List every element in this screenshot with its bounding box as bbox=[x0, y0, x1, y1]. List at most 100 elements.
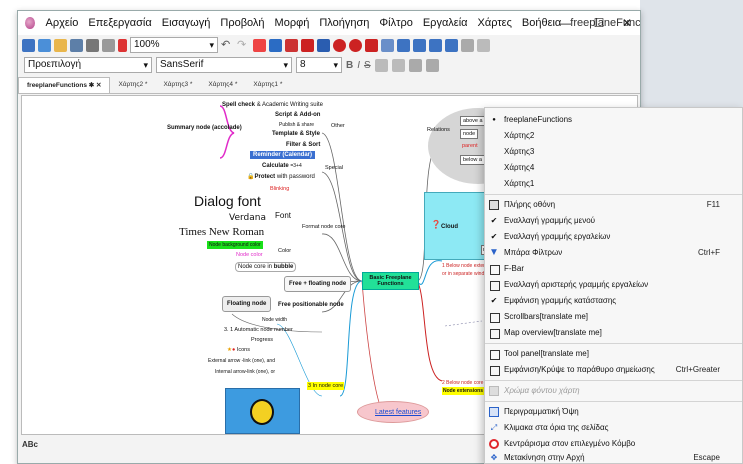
node-times[interactable]: Times New Roman bbox=[179, 226, 264, 239]
node-dialog-font[interactable]: Dialog font bbox=[194, 193, 261, 209]
node-publish[interactable]: Publish & share bbox=[279, 121, 314, 129]
node-width[interactable]: Node width bbox=[262, 316, 287, 324]
menu-map-2[interactable]: Χάρτης2 bbox=[485, 128, 742, 144]
remove-node-icon[interactable] bbox=[349, 38, 362, 52]
node-special[interactable]: Special bbox=[325, 164, 343, 172]
find-icon[interactable] bbox=[381, 38, 394, 52]
latest-features-node[interactable]: Latest features bbox=[357, 401, 429, 423]
menu-left-toolbar[interactable]: Εναλλαγή αριστερής γραμμής εργαλείων bbox=[485, 277, 742, 293]
node-script[interactable]: Script & Add-on bbox=[275, 111, 320, 119]
italic-button[interactable]: I bbox=[357, 60, 360, 71]
menu-toggle-toolbar[interactable]: ✔ Εναλλαγή γραμμής εργαλείων bbox=[485, 229, 742, 245]
node-spell[interactable]: Spell check & Academic Writing suite bbox=[222, 101, 323, 109]
expand-icon[interactable] bbox=[365, 38, 378, 52]
add-node-icon[interactable] bbox=[333, 38, 346, 52]
navigate-previous-icon[interactable] bbox=[269, 38, 282, 52]
tab-map3[interactable]: Χάρτης3 * bbox=[155, 77, 200, 93]
node-calculate[interactable]: Calculate =3+4 bbox=[262, 162, 302, 170]
summary-node[interactable]: Summary node (accolade) bbox=[167, 124, 242, 132]
menu-view[interactable]: Προβολή bbox=[215, 11, 269, 35]
node-protect[interactable]: 🔒Protect with password bbox=[247, 173, 315, 181]
menu-outline-view[interactable]: Περιγραμματική Όψη bbox=[485, 404, 742, 420]
node-font[interactable]: Font bbox=[275, 211, 291, 221]
node-external-link[interactable]: External arrow -link (one), and bbox=[208, 357, 275, 365]
select-icon[interactable] bbox=[429, 38, 442, 52]
node-below[interactable]: below a bbox=[460, 155, 485, 165]
zoom-select[interactable]: 100% bbox=[130, 37, 218, 53]
style-select[interactable]: Προεπιλογή bbox=[24, 57, 152, 73]
tab-map1[interactable]: Χάρτης1 * bbox=[245, 77, 290, 93]
menu-toggle-menubar[interactable]: ✔ Εναλλαγή γραμμής μενού bbox=[485, 213, 742, 229]
strikethrough-button[interactable]: S bbox=[364, 60, 371, 71]
node-floating[interactable]: Floating node bbox=[222, 296, 272, 312]
node-color-example[interactable]: Node color bbox=[236, 251, 263, 259]
new-map-from-template-icon[interactable] bbox=[38, 38, 51, 52]
cloud-icon[interactable] bbox=[408, 58, 422, 72]
open-icon[interactable] bbox=[54, 38, 67, 52]
menu-maps[interactable]: Χάρτες bbox=[473, 11, 517, 35]
menu-map-freeplanefunctions[interactable]: ● freeplaneFunctions bbox=[485, 112, 742, 128]
menu-statusbar[interactable]: ✔ Εμφάνιση γραμμής κατάστασης bbox=[485, 293, 742, 309]
filter-toolbar-icon[interactable] bbox=[413, 38, 426, 52]
menu-tools[interactable]: Εργαλεία bbox=[418, 11, 473, 35]
menu-file[interactable]: Αρχείο bbox=[41, 11, 84, 35]
node-bg-color[interactable]: Node background color bbox=[207, 241, 263, 249]
node-below-ext1[interactable]: 1 Below node extens bbox=[442, 262, 488, 270]
spellcheck-indicator[interactable]: ABc bbox=[22, 440, 38, 449]
bold-button[interactable]: B bbox=[346, 60, 353, 71]
minimize-button[interactable]: — bbox=[550, 11, 580, 35]
print-preview-icon[interactable] bbox=[102, 38, 115, 52]
menu-tool-panel[interactable]: Tool panel[translate me] bbox=[485, 346, 742, 362]
menu-filter-bar[interactable]: ▼ Μπάρα Φίλτρων Ctrl+F bbox=[485, 245, 742, 261]
node-format-core[interactable]: Format node core bbox=[302, 223, 345, 231]
menu-map-4[interactable]: Χάρτης4 bbox=[485, 160, 742, 176]
cut-icon[interactable] bbox=[253, 38, 266, 52]
node-above[interactable]: above a bbox=[460, 116, 486, 126]
menu-map-3[interactable]: Χάρτης3 bbox=[485, 144, 742, 160]
menu-map-1[interactable]: Χάρτης1 bbox=[485, 176, 742, 192]
font-size-select[interactable]: 8 bbox=[296, 57, 342, 73]
bee-image-node[interactable] bbox=[225, 388, 300, 434]
node-in-core[interactable]: 3 In node core bbox=[307, 382, 345, 390]
attributes-icon[interactable] bbox=[477, 38, 490, 52]
print-icon[interactable] bbox=[86, 38, 99, 52]
undo-icon[interactable]: ↶ bbox=[221, 39, 234, 52]
menu-fullscreen[interactable]: Πλήρης οθόνη F11 bbox=[485, 197, 742, 213]
tab-freeplanefunctions[interactable]: freeplaneFunctions ✱ ✕ bbox=[18, 77, 111, 93]
node-progress[interactable]: Progress bbox=[251, 336, 273, 344]
node-free-positionable[interactable]: Free positionable node bbox=[278, 301, 344, 309]
cloud-color-icon[interactable] bbox=[425, 58, 439, 72]
menu-edit[interactable]: Επεξεργασία bbox=[83, 11, 156, 35]
maximize-button[interactable]: ☐ bbox=[584, 11, 614, 35]
tab-map4[interactable]: Χάρτης4 * bbox=[200, 77, 245, 93]
node-auto-number[interactable]: 3. 1 Automatic node number bbox=[224, 326, 293, 334]
menu-navigate[interactable]: Πλοήγηση bbox=[314, 11, 374, 35]
node-color[interactable]: Color bbox=[278, 247, 291, 255]
redo-icon[interactable]: ↷ bbox=[237, 39, 250, 52]
node-relations[interactable]: Relations bbox=[427, 126, 450, 134]
node-template[interactable]: Template & Style bbox=[272, 130, 320, 138]
menu-map-overview[interactable]: Map overview[translate me] bbox=[485, 325, 742, 341]
close-button[interactable]: ✕ bbox=[612, 11, 642, 35]
node-extensions[interactable]: Node extensions bbox=[442, 387, 485, 395]
menu-fbar[interactable]: F-Bar bbox=[485, 261, 742, 277]
font-family-select[interactable]: SansSerif bbox=[156, 57, 292, 73]
node-node[interactable]: node bbox=[460, 129, 479, 139]
find-next-icon[interactable] bbox=[397, 38, 410, 52]
clear-format-icon[interactable] bbox=[391, 58, 405, 72]
node-blinking[interactable]: Blinking bbox=[270, 185, 289, 193]
format-painter-icon[interactable] bbox=[374, 58, 388, 72]
latest-features-link[interactable]: Latest features bbox=[375, 409, 421, 417]
tab-map2[interactable]: Χάρτης2 * bbox=[110, 77, 155, 93]
menu-scrollbars[interactable]: Scrollbars[translate me] bbox=[485, 309, 742, 325]
node-reminder[interactable]: Reminder (Calendar) bbox=[250, 151, 316, 159]
new-map-icon[interactable] bbox=[22, 38, 35, 52]
node-verdana[interactable]: Verdana bbox=[229, 213, 266, 223]
tab-close-icon[interactable]: ✱ ✕ bbox=[89, 82, 102, 89]
central-node[interactable]: Basic Freeplane Functions bbox=[362, 272, 419, 290]
fold-icon[interactable] bbox=[301, 38, 314, 52]
map-overview-icon[interactable] bbox=[445, 38, 458, 52]
save-icon[interactable] bbox=[70, 38, 83, 52]
node-bubble[interactable]: Node core in bubble bbox=[235, 262, 297, 272]
node-below-ext2[interactable]: 2 Below node core bbox=[442, 379, 483, 387]
